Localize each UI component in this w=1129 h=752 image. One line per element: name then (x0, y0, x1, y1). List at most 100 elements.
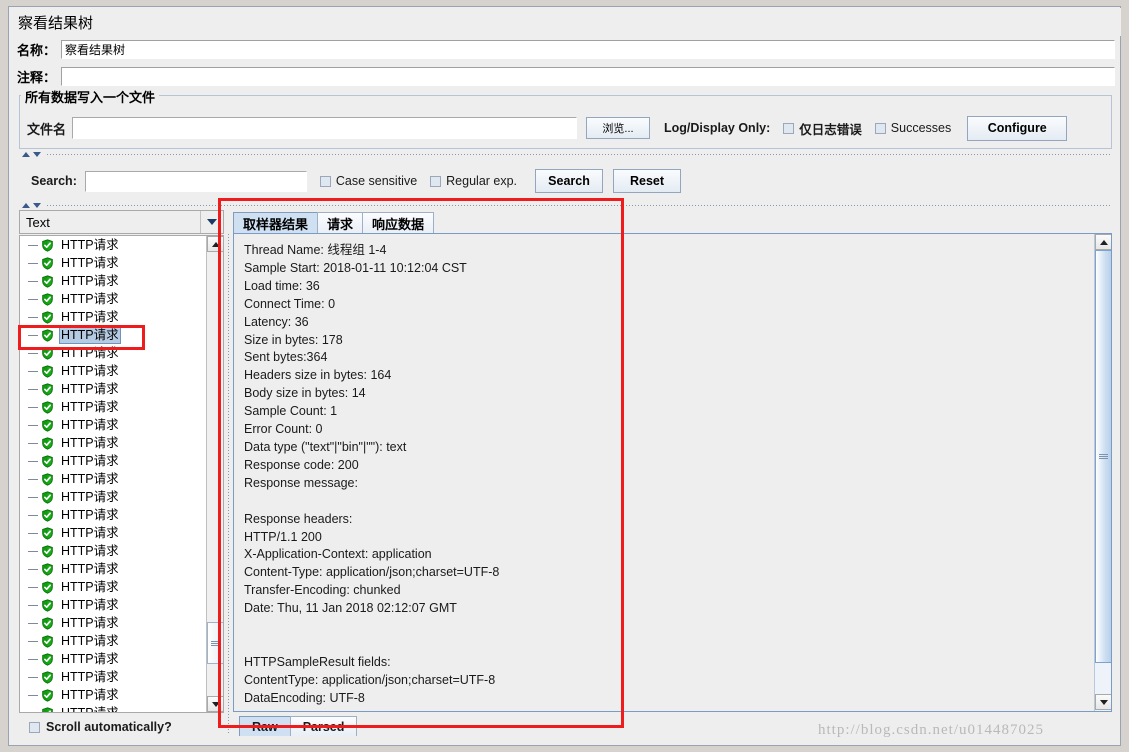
sampler-result-panel[interactable]: Thread Name: 线程组 1-4 Sample Start: 2018-… (233, 233, 1112, 712)
errors-only-checkbox[interactable]: 仅日志错误 (783, 119, 862, 138)
green-shield-check-icon (41, 292, 54, 306)
result-scroll-up-icon[interactable] (1095, 234, 1111, 250)
tree-item-label: HTTP请求 (61, 273, 119, 288)
result-tab-1[interactable]: 请求 (317, 212, 364, 234)
tree-scrollbar-thumb[interactable] (207, 622, 223, 664)
tree-scrollbar[interactable] (206, 236, 223, 712)
tree-item-http-request[interactable]: HTTP请求 (20, 470, 206, 488)
splitter-bottom[interactable] (19, 201, 1112, 210)
tree-column: Text HTTP请求 HTTP请求 HTTP请求 HTTP请求 HTTP请求 HTTP请… (19, 210, 224, 736)
tree-item-http-request[interactable]: HTTP请求 (20, 380, 206, 398)
collapse-up-icon[interactable] (22, 152, 30, 157)
tree-item-http-request[interactable]: HTTP请求 (20, 308, 206, 326)
green-shield-check-icon (41, 274, 54, 288)
tree-item-http-request[interactable]: HTTP请求 (20, 650, 206, 668)
bottom-tab-1[interactable]: Parsed (289, 716, 358, 736)
case-sensitive-label: Case sensitive (335, 174, 418, 188)
tree-connector (28, 713, 38, 714)
result-tab-0[interactable]: 取样器结果 (233, 212, 319, 234)
checkbox-box-case-sensitive[interactable] (319, 175, 331, 187)
tree-item-http-request[interactable]: HTTP请求 (20, 398, 206, 416)
result-tab-2[interactable]: 响应数据 (362, 212, 435, 234)
filename-input[interactable] (72, 117, 578, 139)
sampler-result-text: Thread Name: 线程组 1-4 Sample Start: 2018-… (244, 243, 500, 705)
tree-item-http-request[interactable]: HTTP请求 (20, 596, 206, 614)
green-shield-check-icon (41, 472, 54, 486)
result-scrollbar[interactable] (1094, 234, 1111, 711)
collapse-up-icon-2[interactable] (22, 203, 30, 208)
successes-checkbox[interactable]: Successes (874, 121, 952, 135)
green-shield-check-icon (41, 436, 54, 450)
browse-button[interactable]: 浏览... (586, 117, 651, 139)
tree-item-label: HTTP请求 (61, 471, 119, 486)
green-shield-check-icon (41, 382, 54, 396)
regex-label: Regular exp. (446, 174, 518, 188)
checkbox-box-scroll-auto[interactable] (29, 721, 40, 733)
name-input[interactable]: 察看结果树 (61, 40, 1115, 59)
tree-item-http-request[interactable]: HTTP请求 (20, 416, 206, 434)
tree-item-http-request[interactable]: HTTP请求 (20, 344, 206, 362)
reset-button[interactable]: Reset (613, 169, 682, 193)
tree-item-label: HTTP请求 (61, 435, 119, 450)
search-input[interactable] (84, 170, 307, 192)
regex-checkbox[interactable]: Regular exp. (430, 174, 517, 188)
tree-item-http-request[interactable]: HTTP请求 (20, 254, 206, 272)
collapse-down-icon-2[interactable] (33, 203, 41, 208)
checkbox-box-errors-only[interactable] (783, 122, 795, 134)
chevron-down-icon[interactable] (200, 211, 223, 233)
checkbox-box-successes[interactable] (874, 122, 886, 134)
green-shield-check-icon (41, 544, 54, 558)
comment-input[interactable] (61, 67, 1115, 86)
tree-item-http-request[interactable]: HTTP请求 (20, 542, 206, 560)
result-tab-bar: 取样器结果 请求 响应数据 (233, 210, 435, 234)
tree-item-http-request[interactable]: HTTP请求 (20, 506, 206, 524)
tree-item-http-request[interactable]: HTTP请求 (20, 452, 206, 470)
renderer-select[interactable]: Text (19, 210, 224, 234)
name-label: 名称： (17, 43, 57, 58)
tree-item-http-request[interactable]: HTTP请求 (20, 326, 206, 344)
file-row: 文件名 浏览... Log/Display Only: 仅日志错误 Succes… (19, 111, 1112, 145)
tree-item-label: HTTP请求 (61, 381, 119, 396)
tree-item-http-request[interactable]: HTTP请求 (20, 236, 206, 254)
scroll-automatically-checkbox[interactable]: Scroll automatically? (19, 718, 224, 736)
bottom-tab-0[interactable]: Raw (239, 716, 291, 736)
vertical-splitter[interactable] (226, 234, 231, 734)
green-shield-check-icon (41, 508, 54, 522)
successes-label: Successes (890, 121, 952, 135)
tree-item-http-request[interactable]: HTTP请求 (20, 362, 206, 380)
scroll-up-icon[interactable] (207, 236, 223, 252)
green-shield-check-icon (41, 328, 54, 342)
collapse-down-icon[interactable] (33, 152, 41, 157)
tree-item-http-request[interactable]: HTTP请求 (20, 434, 206, 452)
tree-item-label: HTTP请求 (61, 615, 119, 630)
tree-connector (28, 496, 38, 498)
tree-item-http-request[interactable]: HTTP请求 (20, 686, 206, 704)
tree-item-http-request[interactable]: HTTP请求 (20, 524, 206, 542)
tree-item-http-request[interactable]: HTTP请求 (20, 668, 206, 686)
results-tree[interactable]: HTTP请求 HTTP请求 HTTP请求 HTTP请求 HTTP请求 HTTP请求 HTTP… (19, 235, 224, 713)
tree-item-http-request[interactable]: HTTP请求 (20, 578, 206, 596)
errors-only-label: 仅日志错误 (799, 122, 862, 137)
result-scrollbar-thumb[interactable] (1095, 250, 1111, 663)
result-column: 取样器结果 请求 响应数据 Thread Name: 线程组 1-4 Sample … (233, 210, 1112, 736)
search-button[interactable]: Search (535, 169, 604, 193)
green-shield-check-icon (41, 652, 54, 666)
tree-connector (28, 406, 38, 408)
checkbox-box-regex[interactable] (430, 175, 442, 187)
tree-item-http-request[interactable]: HTTP请求 (20, 290, 206, 308)
tree-item-http-request[interactable]: HTTP请求 (20, 614, 206, 632)
configure-button[interactable]: Configure (967, 115, 1068, 141)
tree-item-http-request[interactable]: HTTP请求 (20, 272, 206, 290)
splitter-top[interactable] (19, 150, 1112, 159)
tree-item-http-request[interactable]: HTTP请求 (20, 704, 206, 714)
green-shield-check-icon (41, 616, 54, 630)
tree-item-http-request[interactable]: HTTP请求 (20, 560, 206, 578)
green-shield-check-icon (41, 400, 54, 414)
tree-item-http-request[interactable]: HTTP请求 (20, 488, 206, 506)
tree-item-label: HTTP请求 (61, 453, 119, 468)
case-sensitive-checkbox[interactable]: Case sensitive (319, 174, 418, 188)
green-shield-check-icon (41, 238, 54, 252)
result-scroll-down-icon[interactable] (1095, 694, 1111, 710)
tree-item-http-request[interactable]: HTTP请求 (20, 632, 206, 650)
scroll-down-icon[interactable] (207, 696, 223, 712)
